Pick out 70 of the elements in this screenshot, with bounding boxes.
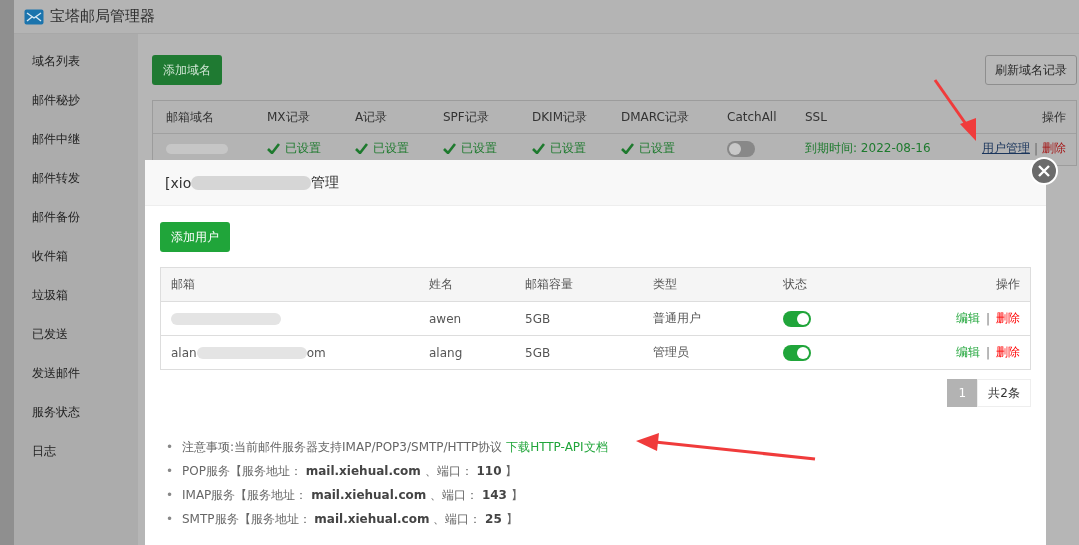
column-header: 状态 [773, 268, 910, 302]
add-domain-button[interactable]: 添加域名 [152, 55, 222, 85]
status-text: 已设置 [285, 140, 321, 157]
bullet: • [166, 463, 175, 480]
check-icon [355, 143, 368, 154]
sidebar-item[interactable]: 邮件中继 [14, 120, 138, 159]
dialog-title: 管理 [311, 173, 340, 192]
column-header: 姓名 [419, 268, 515, 302]
user-manage-link[interactable]: 用户管理 [981, 140, 1030, 157]
note-text: POP服务【服务地址： mail.xiehual.com 、端口： 110 】 [182, 464, 518, 478]
sidebar-item[interactable]: 邮件秘抄 [14, 81, 138, 120]
delete-link[interactable]: 删除 [996, 310, 1020, 327]
bullet: • [166, 511, 175, 528]
table-cell: alang [429, 345, 463, 360]
separator: | [985, 345, 990, 360]
column-header: 邮箱容量 [515, 268, 643, 302]
dialog-title: [xio [165, 174, 192, 191]
check-icon [443, 143, 456, 154]
table-cell: 5GB [525, 311, 551, 326]
email-text: om [306, 345, 326, 360]
bullet: • [166, 487, 175, 504]
separator: | [1033, 141, 1038, 156]
note-text: IMAP服务【服务地址： mail.xiehual.com 、端口： 143 】 [182, 488, 523, 502]
column-header: DKIM记录 [519, 101, 608, 134]
sidebar-item[interactable]: 日志 [14, 432, 138, 471]
bullet: • [166, 439, 175, 456]
column-header: MX记录 [254, 101, 342, 134]
sidebar-item[interactable]: 域名列表 [14, 42, 138, 81]
toggle-switch[interactable] [727, 140, 755, 157]
column-header: 操作 [910, 268, 1030, 302]
column-header: SPF记录 [430, 101, 519, 134]
sidebar-item[interactable]: 垃圾箱 [14, 276, 138, 315]
sidebar-item[interactable]: 邮件转发 [14, 159, 138, 198]
table-cell: awen [429, 311, 462, 326]
delete-link[interactable]: 删除 [1042, 140, 1066, 157]
status-text: 已设置 [373, 140, 409, 157]
column-header: 类型 [643, 268, 773, 302]
separator: | [985, 311, 990, 326]
sidebar-item[interactable]: 收件箱 [14, 237, 138, 276]
sidebar-item[interactable]: 发送邮件 [14, 354, 138, 393]
table-cell: 5GB [525, 345, 551, 360]
note-text: 注意事项:当前邮件服务器支持IMAP/POP3/SMTP/HTTP协议 [182, 440, 503, 454]
note-text: SMTP服务【服务地址： mail.xiehual.com 、端口： 25 】 [182, 512, 518, 526]
ssl-expiry: 到期时间: 2022-08-16 [805, 140, 931, 157]
sidebar-item[interactable]: 已发送 [14, 315, 138, 354]
check-icon [532, 143, 545, 154]
refresh-button[interactable]: 刷新域名记录 [985, 55, 1077, 85]
status-text: 已设置 [639, 140, 675, 157]
column-header: SSL [792, 101, 946, 134]
column-header: CatchAll [714, 101, 792, 134]
annotation-arrow [933, 79, 976, 141]
column-header: 邮箱域名 [153, 101, 254, 134]
table-cell: 管理员 [653, 344, 689, 361]
envelope-icon [24, 8, 44, 25]
column-header: A记录 [342, 101, 430, 134]
column-header: 邮箱 [161, 268, 419, 302]
column-header: DMARC记录 [608, 101, 714, 134]
total-count: 共2条 [977, 379, 1031, 407]
sidebar-item[interactable]: 邮件备份 [14, 198, 138, 237]
check-icon [267, 143, 280, 154]
email-text: alan [171, 345, 197, 360]
check-icon [621, 143, 634, 154]
status-text: 已设置 [550, 140, 586, 157]
toggle-switch[interactable] [783, 344, 811, 361]
window-title: 宝塔邮局管理器 [50, 7, 155, 26]
toggle-switch[interactable] [783, 310, 811, 327]
status-text: 已设置 [461, 140, 497, 157]
sidebar-item[interactable]: 服务状态 [14, 393, 138, 432]
table-cell: 普通用户 [653, 310, 701, 327]
delete-link[interactable]: 删除 [996, 344, 1020, 361]
